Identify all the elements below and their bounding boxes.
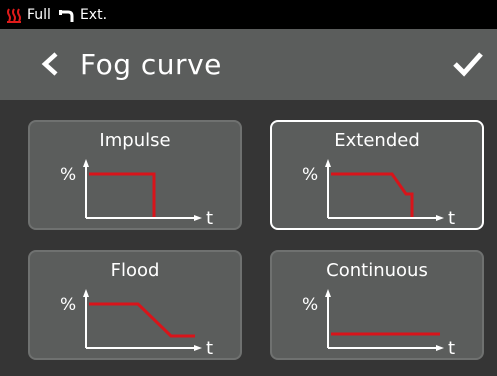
impulse-curve-graph: % t	[60, 159, 213, 229]
curve-option-extended[interactable]: Extended % t	[270, 120, 484, 230]
axis-x-label: t	[206, 208, 213, 229]
axis-y-label: %	[60, 295, 76, 315]
status-bar: Full Ext.	[0, 0, 497, 29]
continuous-curve-graph: % t	[302, 289, 455, 359]
back-button[interactable]	[40, 51, 60, 77]
axis-x-label: t	[448, 208, 455, 229]
curve-option-continuous[interactable]: Continuous % t	[270, 250, 484, 360]
axis-y-label: %	[302, 295, 318, 315]
curve-options: Impulse % t Extended % t Flood % t Conti…	[0, 100, 497, 376]
heating-icon	[7, 7, 21, 23]
axis-y-label: %	[60, 165, 76, 185]
axis-x-label: t	[448, 338, 455, 359]
curve-option-impulse[interactable]: Impulse % t	[28, 120, 242, 230]
hose-icon	[58, 9, 74, 22]
extended-curve-graph: % t	[302, 159, 455, 229]
confirm-button[interactable]	[452, 49, 484, 79]
axis-x-label: t	[206, 338, 213, 359]
page-title: Fog curve	[80, 48, 222, 81]
flood-curve-graph: % t	[60, 289, 213, 359]
mode-label: Full	[27, 6, 51, 23]
axis-y-label: %	[302, 165, 318, 185]
curve-option-flood[interactable]: Flood % t	[28, 250, 242, 360]
ext-label: Ext.	[79, 6, 108, 23]
page-header: Fog curve	[0, 29, 497, 100]
